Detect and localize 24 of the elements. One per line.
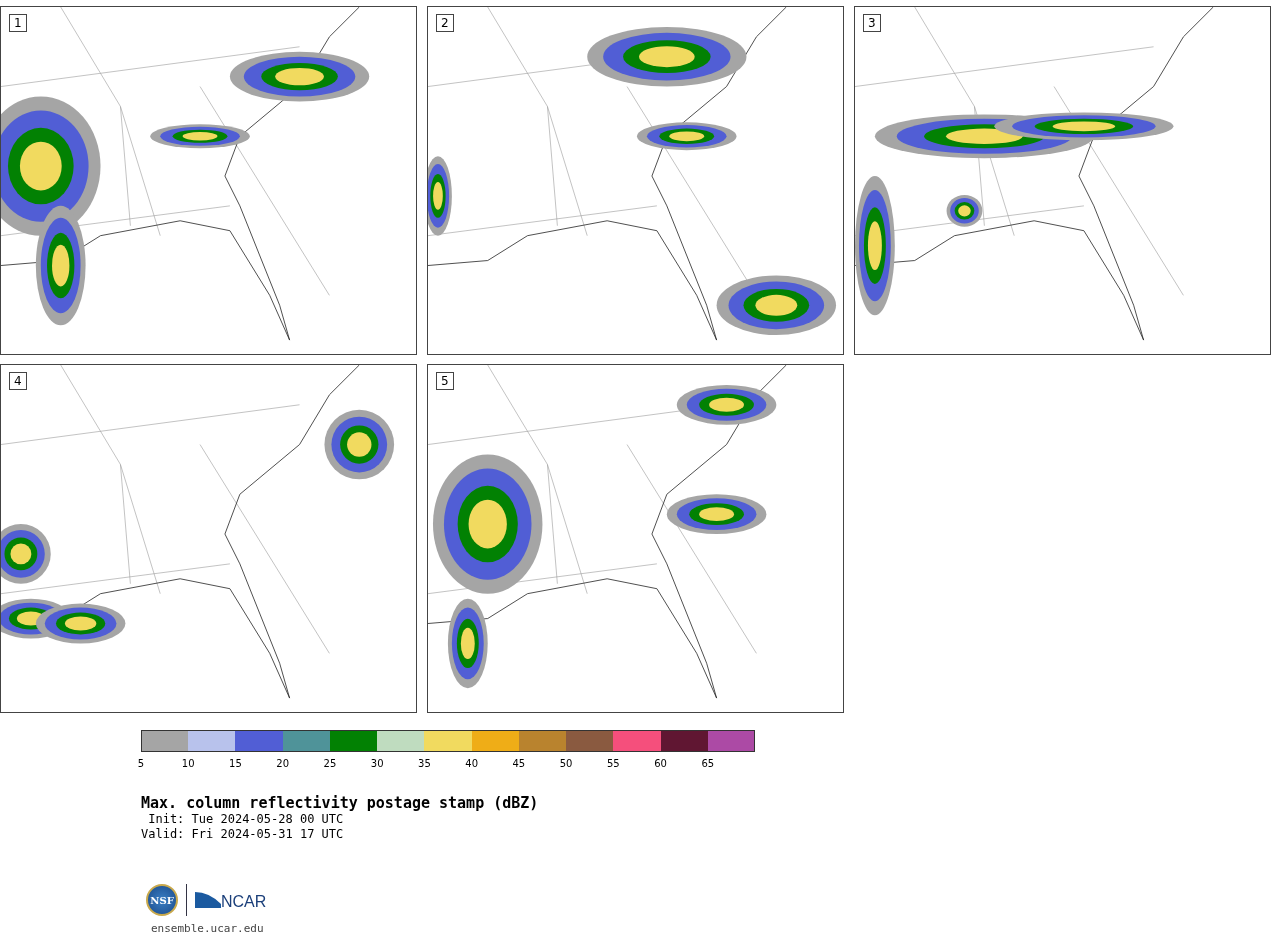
init-time: Init: Tue 2024-05-28 00 UTC <box>147 812 345 827</box>
tick-label: 50 <box>559 757 573 771</box>
tick-label: 25 <box>323 757 337 771</box>
tick-label: 40 <box>465 757 478 771</box>
panel-number: 3 <box>863 14 881 32</box>
tick-label: 5 <box>137 757 145 771</box>
tick-label: 65 <box>701 757 715 771</box>
tick-label: 15 <box>229 757 242 771</box>
tick-label: 20 <box>276 757 290 771</box>
chart-title: Max. column reflectivity postage stamp (dBZ) <box>141 794 540 812</box>
ncar-logo: NCAR <box>221 892 267 911</box>
tick-label: 30 <box>370 757 384 771</box>
swoosh-icon <box>195 890 221 910</box>
tick-label: 35 <box>418 757 431 771</box>
tick-label: 60 <box>654 757 667 771</box>
panel-number: 4 <box>9 372 27 390</box>
tick-label: 45 <box>512 757 526 771</box>
panel-number: 2 <box>436 14 454 32</box>
panel-number: 5 <box>436 372 454 390</box>
valid-time: Valid: Fri 2024-05-31 17 UTC <box>141 827 345 842</box>
panel-number: 1 <box>9 14 27 32</box>
nsf-logo: NSF <box>146 884 178 916</box>
tick-label: 10 <box>181 757 195 771</box>
tick-label: 55 <box>607 757 620 771</box>
